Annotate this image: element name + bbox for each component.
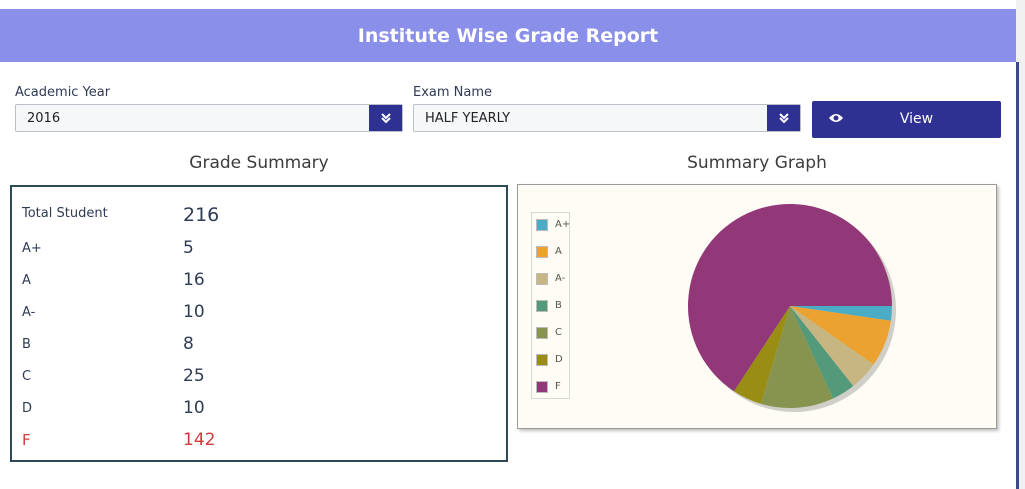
summary-row-label: D <box>22 401 33 416</box>
summary-row-label: A+ <box>22 241 42 256</box>
summary-row-total: Total Student 216 <box>22 204 492 230</box>
chevron-down-icon[interactable] <box>767 105 800 131</box>
summary-graph-title: Summary Graph <box>687 153 827 173</box>
scrollbar-track[interactable] <box>1016 0 1025 489</box>
summary-row-value: 16 <box>183 270 205 290</box>
summary-row-value: 25 <box>183 366 205 386</box>
summary-row-value: 5 <box>183 238 194 258</box>
academic-year-label: Academic Year <box>15 85 111 100</box>
grade-summary-panel: Total Student 216 A+ 5 A 16 A- 10 B 8 C … <box>10 185 508 462</box>
summary-row-a-plus: A+ 5 <box>22 238 492 264</box>
summary-row-value: 10 <box>183 398 205 418</box>
summary-row-value: 216 <box>183 204 220 226</box>
chevron-down-icon[interactable] <box>369 105 402 131</box>
summary-row-d: D 10 <box>22 398 492 424</box>
summary-row-label: B <box>22 337 31 352</box>
summary-graph-panel: A+ A A- B C D F <box>517 184 997 429</box>
view-button[interactable]: View <box>812 101 1001 138</box>
summary-row-label: A- <box>22 305 36 320</box>
summary-row-label: C <box>22 369 32 384</box>
summary-row-b: B 8 <box>22 334 492 360</box>
grade-summary-title: Grade Summary <box>189 153 329 173</box>
academic-year-select[interactable]: 2016 <box>15 104 403 132</box>
scrollbar-thumb[interactable] <box>1016 62 1019 489</box>
summary-row-value: 10 <box>183 302 205 322</box>
summary-row-label: A <box>22 273 31 288</box>
report-page: Institute Wise Grade Report Academic Yea… <box>0 0 1016 489</box>
exam-name-value: HALF YEARLY <box>425 111 511 126</box>
page-header: Institute Wise Grade Report <box>0 9 1016 62</box>
view-button-label: View <box>899 111 934 127</box>
page-title: Institute Wise Grade Report <box>357 24 659 47</box>
summary-row-value: 8 <box>183 334 194 354</box>
summary-row-value: 142 <box>183 430 216 450</box>
summary-row-a-minus: A- 10 <box>22 302 492 328</box>
summary-row-c: C 25 <box>22 366 492 392</box>
summary-row-label: Total Student <box>22 206 108 221</box>
summary-row-f: F 142 <box>22 430 492 456</box>
exam-name-label: Exam Name <box>413 85 493 100</box>
academic-year-value: 2016 <box>27 111 61 126</box>
pie-chart <box>688 204 896 412</box>
summary-row-a: A 16 <box>22 270 492 296</box>
summary-row-label: F <box>22 431 31 449</box>
exam-name-select[interactable]: HALF YEARLY <box>413 104 801 132</box>
